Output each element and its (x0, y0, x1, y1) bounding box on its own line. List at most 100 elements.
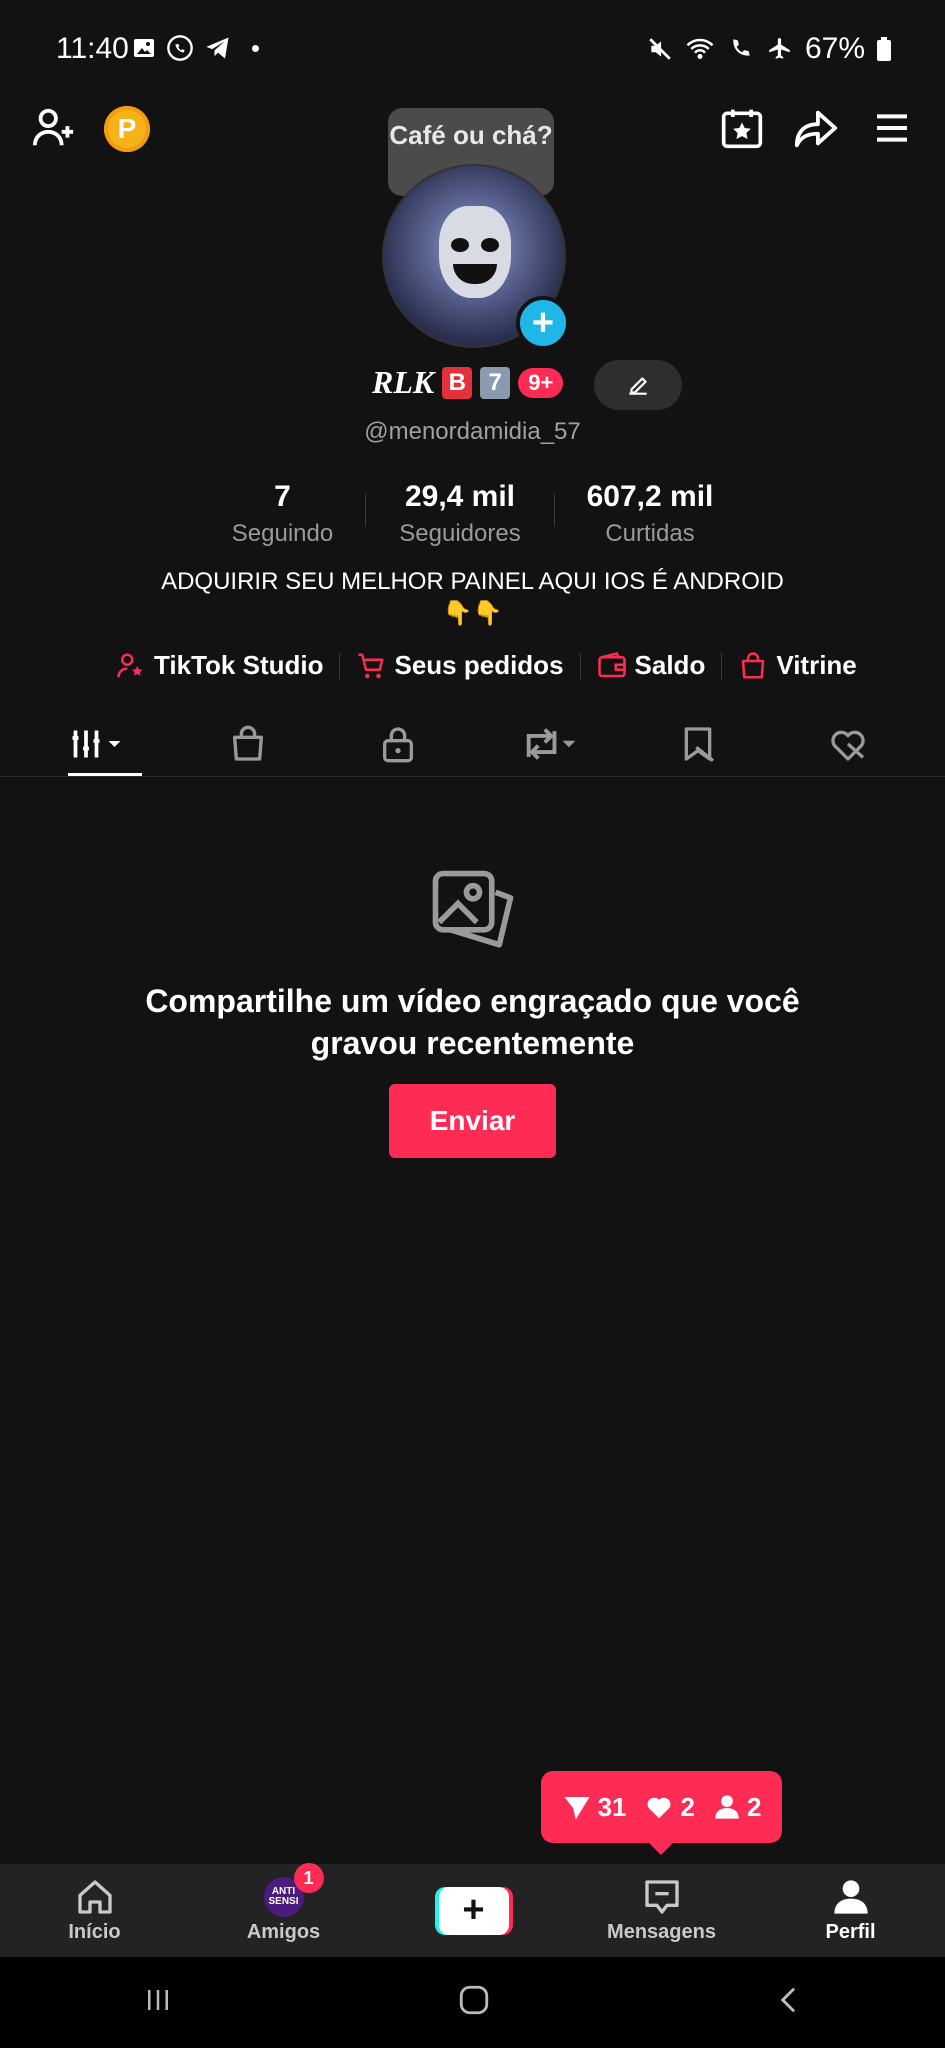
tab-saved[interactable] (638, 712, 758, 776)
profile-name-row: RLK B 7 9+ (372, 364, 564, 401)
share-profile-button[interactable] (788, 100, 844, 156)
profile-links: TikTok Studio Seus pedidos Saldo Vitrine (100, 650, 873, 681)
stat-following-value: 7 (274, 480, 291, 513)
status-system-icons: 67% (647, 32, 891, 66)
airplane-icon (769, 38, 790, 59)
calendar-star-icon (721, 109, 763, 149)
notif-likes-count: 2 (680, 1791, 695, 1822)
nav-messages[interactable]: Mensagens (587, 1877, 737, 1944)
home-system-button[interactable] (457, 1983, 491, 2022)
tab-shop[interactable] (188, 712, 308, 776)
nav-friends[interactable]: ANTI SENSI 1 Amigos (209, 1863, 359, 1944)
tab-private[interactable] (338, 712, 458, 776)
empty-state-line-1: Compartilhe um vídeo engraçado que você (145, 983, 800, 1019)
back-button[interactable] (774, 1983, 804, 2022)
orders-label: Seus pedidos (394, 650, 564, 680)
content-tabs (38, 712, 908, 776)
stat-followers-label: Seguidores (399, 520, 521, 547)
add-story-plus-icon[interactable]: + (516, 296, 570, 350)
bag-icon (233, 725, 263, 761)
tab-reposts[interactable] (488, 712, 608, 776)
system-navigation-bar (0, 1957, 945, 2048)
status-notification-icons (132, 34, 259, 62)
create-button[interactable]: + (434, 1886, 513, 1935)
username-handle: @menordamidia_57 (364, 418, 581, 445)
stat-likes-label: Curtidas (605, 520, 695, 547)
notif-followers: 2 (713, 1792, 761, 1823)
recent-apps-icon (148, 1990, 169, 2010)
home-square-icon (460, 1985, 489, 2015)
message-icon (644, 1880, 679, 1914)
lock-icon (383, 727, 413, 763)
repost-icon (526, 728, 576, 760)
bio-line-2: 👇👇 (442, 600, 503, 627)
wifi-call-icon (733, 39, 750, 56)
recent-apps-button[interactable] (141, 1985, 175, 2020)
profile-bio: ADQUIRIR SEU MELHOR PAINEL AQUI IOS É AN… (0, 566, 945, 630)
notif-followers-count: 2 (746, 1791, 762, 1822)
shopping-bag-icon (742, 651, 765, 678)
showcase-link[interactable]: Vitrine (722, 650, 872, 681)
grid-filter-icon (72, 730, 121, 758)
add-user-icon (32, 108, 74, 146)
level-badge[interactable]: 9+ (518, 367, 564, 398)
status-dot-icon (252, 44, 259, 52)
send-icon (564, 1797, 590, 1820)
heart-hidden-icon (831, 730, 865, 761)
user-star-icon (117, 653, 143, 677)
edit-profile-button[interactable] (594, 360, 682, 410)
bio-line-1: ADQUIRIR SEU MELHOR PAINEL AQUI IOS É AN… (161, 568, 784, 595)
profile-icon (833, 1880, 868, 1914)
add-friend-button[interactable] (26, 100, 82, 156)
name-tile-b: B (442, 366, 473, 399)
stat-likes[interactable]: 607,2 mil Curtidas (555, 480, 745, 548)
pencil-icon (629, 377, 647, 395)
name-tile-7: 7 (480, 366, 511, 399)
tiktok-studio-link[interactable]: TikTok Studio (100, 650, 339, 681)
tiktok-studio-label: TikTok Studio (154, 650, 324, 680)
friends-avatar-text: ANTI SENSI (268, 1886, 299, 1907)
nav-home[interactable]: Início (20, 1877, 170, 1944)
cart-icon (358, 653, 384, 678)
avatar-mask-image (439, 206, 511, 298)
mute-icon (649, 38, 671, 60)
nav-profile[interactable]: Perfil (776, 1877, 926, 1944)
coin-icon[interactable]: P (104, 106, 150, 152)
notif-shares-count: 31 (597, 1791, 627, 1822)
back-chevron-icon (780, 1987, 795, 2013)
tabs-divider (0, 776, 945, 777)
orders-link[interactable]: Seus pedidos (340, 650, 579, 681)
nav-messages-label: Mensagens (607, 1921, 716, 1943)
bookmark-hidden-icon (684, 727, 715, 762)
stat-likes-value: 607,2 mil (586, 480, 714, 513)
photos-empty-icon (428, 866, 518, 961)
balance-link[interactable]: Saldo (581, 650, 722, 681)
friends-avatar: ANTI SENSI 1 (263, 1863, 324, 1917)
stat-following[interactable]: 7 Seguindo (200, 480, 365, 548)
person-icon (715, 1795, 739, 1819)
friends-badge: 1 (293, 1863, 324, 1893)
tab-videos[interactable] (38, 712, 158, 776)
whatsapp-icon (167, 35, 193, 61)
calendar-button[interactable] (714, 100, 770, 156)
nav-home-label: Início (68, 1921, 121, 1943)
stat-followers-value: 29,4 mil (404, 480, 516, 513)
tab-liked[interactable] (788, 712, 908, 776)
nav-create[interactable]: + (398, 1886, 548, 1935)
nav-friends-label: Amigos (246, 1921, 321, 1943)
notif-shares: 31 (562, 1791, 627, 1823)
telegram-icon (206, 37, 229, 59)
menu-button[interactable] (864, 100, 920, 156)
empty-state-line-2: gravou recentemente (310, 1025, 635, 1061)
upload-button[interactable]: Enviar (389, 1084, 556, 1158)
stat-following-label: Seguindo (231, 520, 334, 547)
stat-followers[interactable]: 29,4 mil Seguidores (365, 480, 555, 548)
heart-icon (648, 1797, 671, 1819)
balance-label: Saldo (634, 650, 706, 680)
wallet-icon (597, 651, 626, 677)
activity-notification-bubble[interactable]: 31 2 2 (541, 1771, 782, 1855)
hamburger-icon (877, 114, 907, 142)
plus-icon: + (438, 1886, 509, 1935)
gallery-icon (134, 39, 154, 57)
share-arrow-icon (794, 110, 838, 148)
